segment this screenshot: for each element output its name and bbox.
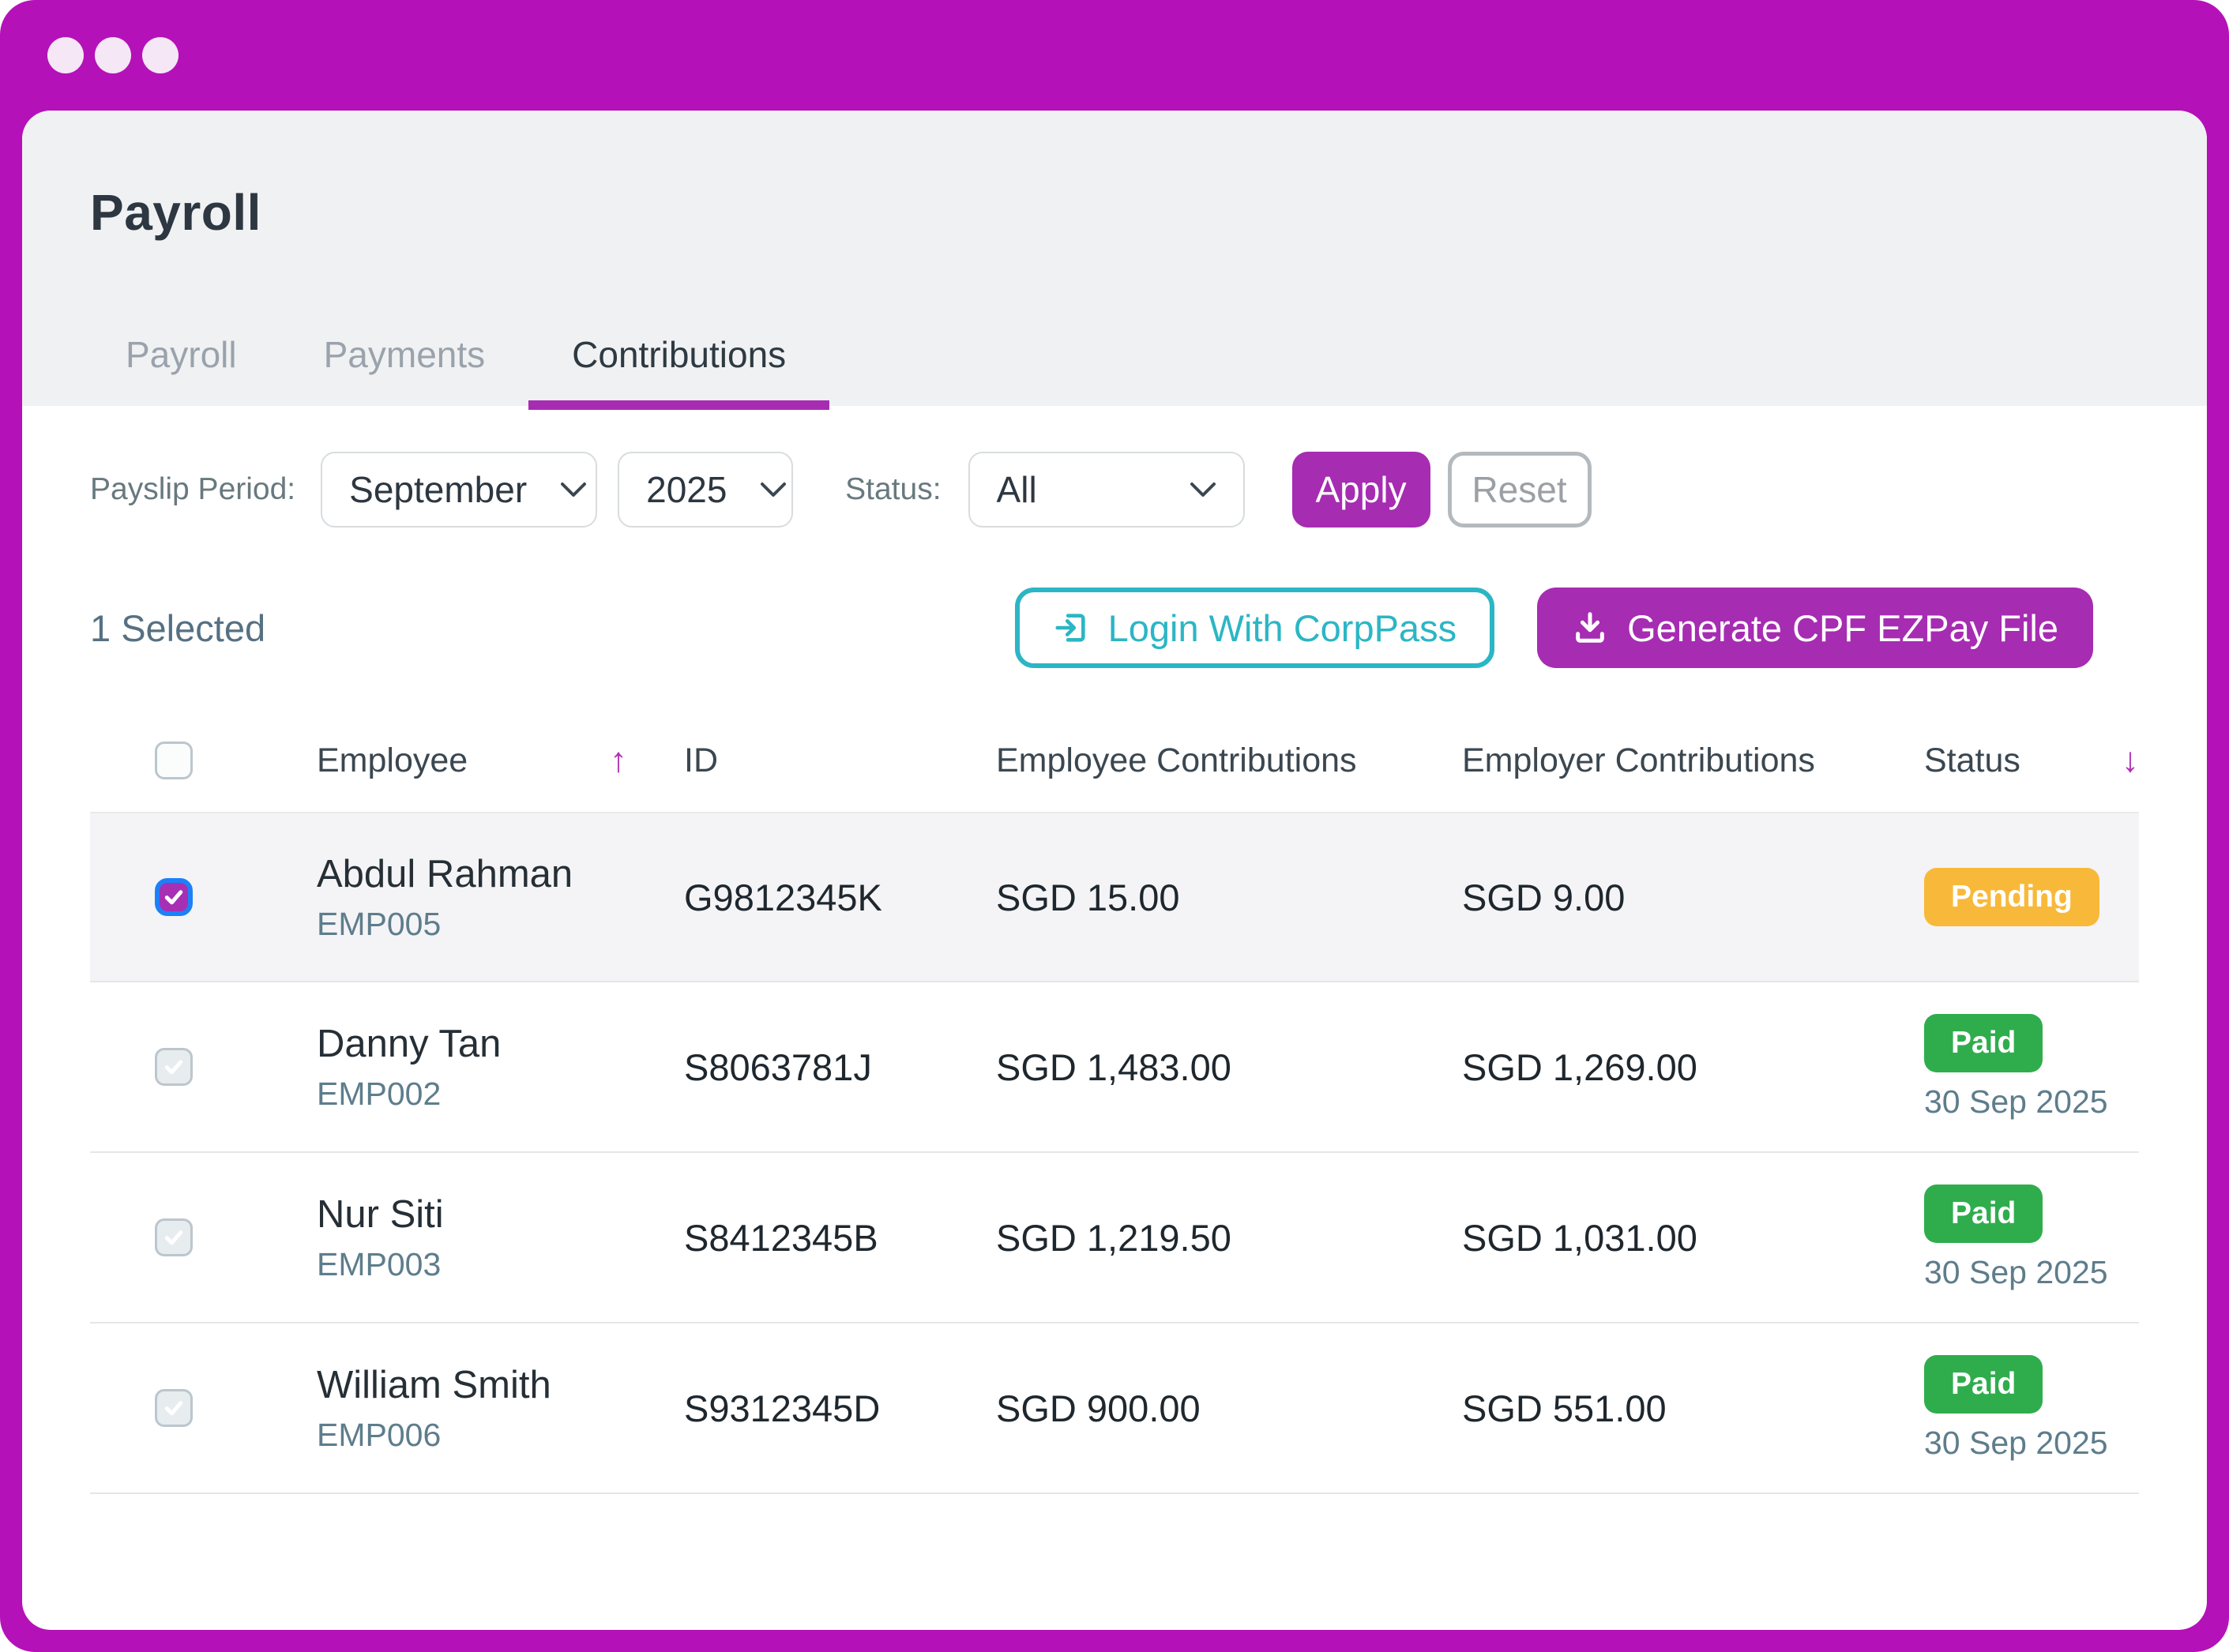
payslip-period-label: Payslip Period: — [90, 472, 295, 507]
app-window: Payroll Payroll Payments Contributions P… — [22, 111, 2207, 1630]
reset-button[interactable]: Reset — [1448, 452, 1592, 528]
employee-nric: G9812345K — [684, 876, 996, 919]
employer-contribution-amount: SGD 9.00 — [1462, 876, 1924, 919]
status-date: 30 Sep 2025 — [1924, 1254, 2139, 1291]
tab-payments[interactable]: Payments — [280, 333, 529, 406]
employee-contribution-amount: SGD 1,483.00 — [996, 1046, 1462, 1089]
column-header-employer-contributions: Employer Contributions — [1462, 742, 1815, 779]
table-row[interactable]: Abdul Rahman EMP005 G9812345K SGD 15.00 … — [90, 812, 2139, 982]
column-header-employee-contributions: Employee Contributions — [996, 742, 1357, 779]
employee-name: Danny Tan — [317, 1022, 684, 1066]
select-all-checkbox[interactable] — [155, 742, 193, 779]
table-row[interactable]: Danny Tan EMP002 S8063781J SGD 1,483.00 … — [90, 982, 2139, 1153]
column-header-id: ID — [684, 742, 718, 779]
employee-code: EMP005 — [317, 906, 684, 943]
row-checkbox[interactable] — [155, 1389, 193, 1427]
chevron-down-icon — [760, 481, 787, 498]
table-body: Abdul Rahman EMP005 G9812345K SGD 15.00 … — [90, 812, 2139, 1494]
employee-code: EMP002 — [317, 1076, 684, 1113]
check-icon — [162, 1396, 186, 1420]
employee-nric: S8063781J — [684, 1046, 996, 1089]
table-row[interactable]: Nur Siti EMP003 S8412345B SGD 1,219.50 S… — [90, 1153, 2139, 1323]
generate-ezpay-label: Generate CPF EZPay File — [1627, 606, 2058, 650]
status-select-value: All — [997, 468, 1037, 511]
apply-button[interactable]: Apply — [1292, 452, 1430, 528]
status-badge: Paid — [1924, 1355, 2043, 1414]
table-row[interactable]: William Smith EMP006 S9312345D SGD 900.0… — [90, 1323, 2139, 1494]
employee-contribution-amount: SGD 15.00 — [996, 876, 1462, 919]
employee-code: EMP006 — [317, 1417, 684, 1454]
row-checkbox[interactable] — [155, 1048, 193, 1086]
year-select-value: 2025 — [646, 468, 727, 511]
row-checkbox[interactable] — [155, 878, 193, 916]
window-dot-icon — [142, 37, 179, 73]
employee-code: EMP003 — [317, 1246, 684, 1283]
window-dot-icon — [95, 37, 131, 73]
employer-contribution-amount: SGD 1,269.00 — [1462, 1046, 1924, 1089]
window-control-dots — [47, 37, 179, 73]
chevron-down-icon — [1190, 481, 1216, 498]
sort-descending-icon[interactable]: ↓ — [2122, 741, 2139, 780]
employee-name: Nur Siti — [317, 1192, 684, 1237]
tab-payroll[interactable]: Payroll — [90, 333, 280, 406]
status-badge: Paid — [1924, 1014, 2043, 1072]
table-header-row: Employee ↑ ID Employee Contributions Emp… — [90, 709, 2139, 812]
app-window-frame: Payroll Payroll Payments Contributions P… — [0, 0, 2229, 1652]
page-header: Payroll Payroll Payments Contributions — [22, 111, 2207, 406]
chevron-down-icon — [560, 481, 587, 498]
tab-bar: Payroll Payments Contributions — [90, 333, 829, 406]
check-icon — [162, 885, 186, 909]
window-dot-icon — [47, 37, 84, 73]
tab-contributions[interactable]: Contributions — [528, 333, 829, 406]
status-select[interactable]: All — [968, 452, 1245, 528]
status-filter-label: Status: — [845, 472, 941, 507]
title-bar — [0, 0, 2229, 111]
sort-ascending-icon[interactable]: ↑ — [610, 741, 627, 780]
login-corppass-button[interactable]: Login With CorpPass — [1015, 588, 1494, 668]
employee-contribution-amount: SGD 900.00 — [996, 1387, 1462, 1430]
status-date: 30 Sep 2025 — [1924, 1083, 2139, 1121]
check-icon — [162, 1226, 186, 1249]
selected-count: 1 Selected — [90, 606, 265, 650]
employee-contribution-amount: SGD 1,219.50 — [996, 1216, 1462, 1260]
status-badge: Paid — [1924, 1185, 2043, 1243]
page-title: Payroll — [90, 183, 2207, 242]
employee-nric: S8412345B — [684, 1216, 996, 1260]
month-select[interactable]: September — [321, 452, 597, 528]
action-bar: 1 Selected Login With CorpPass Generate … — [90, 588, 2139, 668]
status-date: 30 Sep 2025 — [1924, 1425, 2139, 1462]
month-select-value: September — [349, 468, 527, 511]
page-content: Payslip Period: September 2025 Status: A… — [22, 452, 2207, 1494]
employer-contribution-amount: SGD 551.00 — [1462, 1387, 1924, 1430]
column-header-status: Status — [1924, 742, 2020, 780]
login-arrow-icon — [1053, 610, 1089, 646]
employee-name: Abdul Rahman — [317, 852, 684, 896]
filter-bar: Payslip Period: September 2025 Status: A… — [90, 452, 2139, 528]
login-corppass-label: Login With CorpPass — [1108, 606, 1457, 650]
generate-ezpay-button[interactable]: Generate CPF EZPay File — [1537, 588, 2093, 668]
contributions-table: Employee ↑ ID Employee Contributions Emp… — [90, 709, 2139, 1494]
year-select[interactable]: 2025 — [618, 452, 793, 528]
download-icon — [1572, 610, 1608, 646]
status-badge: Pending — [1924, 868, 2099, 926]
employee-name: William Smith — [317, 1363, 684, 1407]
column-header-employee: Employee — [317, 742, 468, 780]
row-checkbox[interactable] — [155, 1218, 193, 1256]
check-icon — [162, 1055, 186, 1079]
employee-nric: S9312345D — [684, 1387, 996, 1430]
employer-contribution-amount: SGD 1,031.00 — [1462, 1216, 1924, 1260]
